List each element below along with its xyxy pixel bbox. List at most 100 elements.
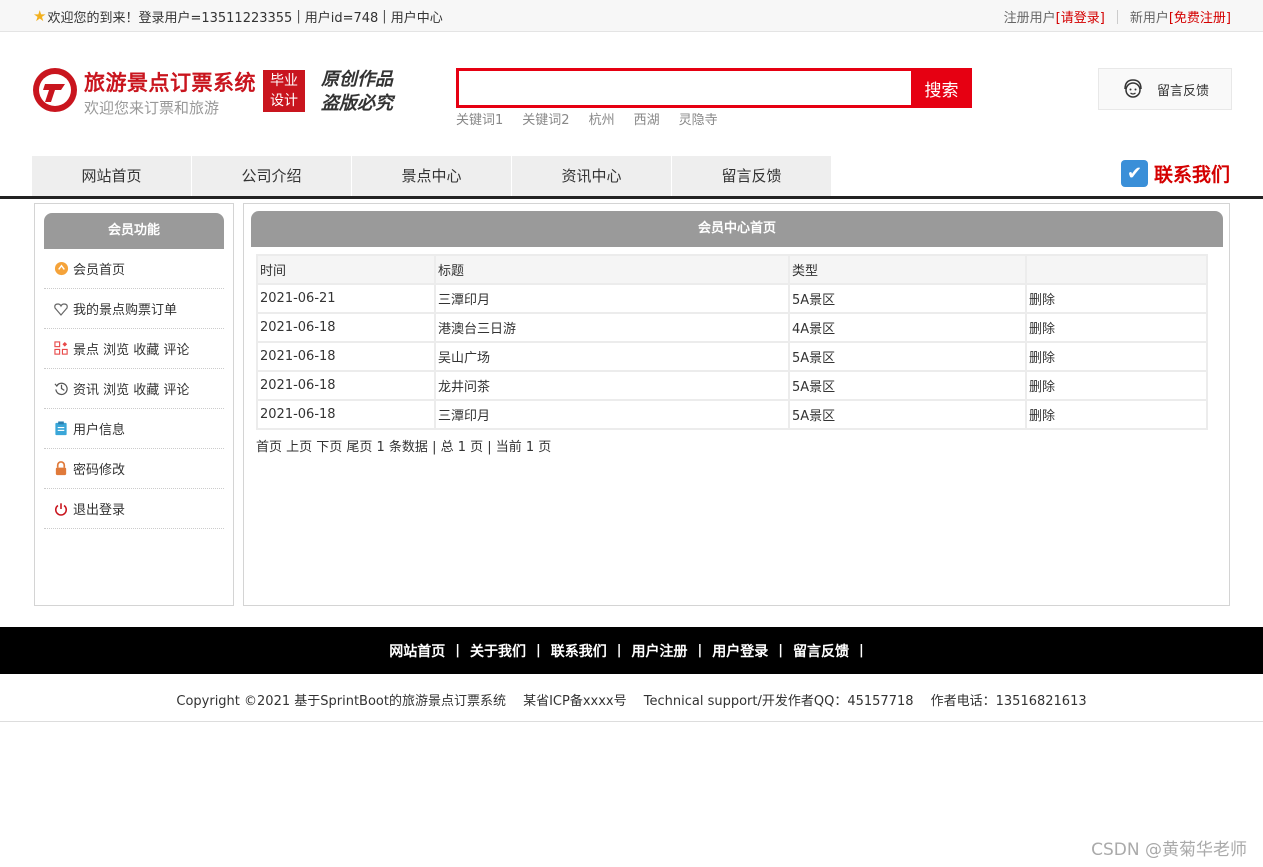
cell-type: 5A景区 <box>790 372 1025 399</box>
column-header-time: 时间 <box>258 256 434 283</box>
divider <box>1116 9 1118 24</box>
cell-type: 5A景区 <box>790 285 1025 312</box>
sidebar-item-label: 退出登录 <box>73 503 126 518</box>
contact-us-label: 联系我们 <box>1154 164 1231 186</box>
footer-link-contact[interactable]: 联系我们 <box>551 641 607 661</box>
sidebar-item-member-home[interactable]: 会员首页 <box>44 249 224 289</box>
sidebar-item-label: 资讯 浏览 收藏 评论 <box>73 383 190 398</box>
nav-item-attractions[interactable]: 景点中心 <box>352 156 512 196</box>
login-link[interactable]: [请登录] <box>1056 7 1105 26</box>
footer-link-home[interactable]: 网站首页 <box>389 641 445 661</box>
member-main-panel: 会员中心首页 时间 标题 类型 2021-06-21 三潭印月 5A景区 删除 … <box>243 203 1230 606</box>
member-sidebar: 会员功能 会员首页 我的景点购票订单 景点 浏览 收藏 评论 资讯 浏览 收藏 … <box>34 203 234 606</box>
table-row: 2021-06-21 三潭印月 5A景区 删除 <box>258 285 1206 312</box>
register-user-label: 注册用户 <box>1003 11 1056 26</box>
footer-link-register[interactable]: 用户注册 <box>632 641 688 661</box>
cell-title[interactable]: 吴山广场 <box>436 343 788 370</box>
nav-item-home[interactable]: 网站首页 <box>32 156 192 196</box>
delete-link[interactable]: 删除 <box>1027 401 1206 428</box>
history-icon <box>53 381 69 397</box>
contact-us-link[interactable]: ✔ 联系我们 <box>1121 160 1230 187</box>
sidebar-item-label: 景点 浏览 收藏 评论 <box>73 343 190 358</box>
column-header-action <box>1027 256 1206 283</box>
footer-link-about[interactable]: 关于我们 <box>470 641 526 661</box>
search-input[interactable] <box>459 71 911 105</box>
nav-item-company[interactable]: 公司介绍 <box>192 156 352 196</box>
sidebar-item-label: 我的景点购票订单 <box>73 303 178 318</box>
delete-link[interactable]: 删除 <box>1027 285 1206 312</box>
pagination[interactable]: 首页 上页 下页 尾页 1 条数据 | 总 1 页 | 当前 1 页 <box>256 436 1229 455</box>
main-nav: 网站首页 公司介绍 景点中心 资讯中心 留言反馈 <box>32 156 832 196</box>
cell-type: 5A景区 <box>790 401 1025 428</box>
cell-type: 4A景区 <box>790 314 1025 341</box>
top-bar: ★ 欢迎您的到来！登录用户=13511223355 | 用户id=748 | 用… <box>0 0 1263 32</box>
heart-icon <box>53 301 69 317</box>
slogan: 原创作品 盗版必究 <box>321 68 393 116</box>
slogan-line-2: 盗版必究 <box>321 93 393 114</box>
nav-item-feedback[interactable]: 留言反馈 <box>672 156 832 196</box>
account-links: 注册用户 [请登录] 新用户 [免费注册] <box>1004 7 1231 26</box>
table-row: 2021-06-18 港澳台三日游 4A景区 删除 <box>258 314 1206 341</box>
feedback-label: 留言反馈 <box>1157 83 1210 99</box>
welcome-text: 欢迎您的到来！登录用户=13511223355 <box>47 11 293 26</box>
lock-icon <box>53 461 69 477</box>
search-box: 搜索 <box>456 68 972 108</box>
cell-title[interactable]: 三潭印月 <box>436 401 788 428</box>
delete-link[interactable]: 删除 <box>1027 314 1206 341</box>
delete-link[interactable]: 删除 <box>1027 343 1206 370</box>
cell-title[interactable]: 港澳台三日游 <box>436 314 788 341</box>
footer-link-feedback[interactable]: 留言反馈 <box>793 641 849 661</box>
feedback-button[interactable]: 留言反馈 <box>1098 68 1232 110</box>
keyword-link[interactable]: 灵隐寺 <box>679 109 718 128</box>
logo-icon[interactable] <box>31 66 79 114</box>
site-title[interactable]: 旅游景点订票系统 <box>84 67 256 97</box>
sidebar-item-label: 用户信息 <box>73 423 126 438</box>
cell-title[interactable]: 三潭印月 <box>436 285 788 312</box>
keyword-link[interactable]: 关键词2 <box>522 109 569 128</box>
headset-icon <box>1124 79 1142 98</box>
sidebar-item-attractions[interactable]: 景点 浏览 收藏 评论 <box>44 329 224 369</box>
order-table: 时间 标题 类型 2021-06-21 三潭印月 5A景区 删除 2021-06… <box>256 254 1208 430</box>
footer-nav: 网站首页 | 关于我们 | 联系我们 | 用户注册 | 用户登录 | 留言反馈 | <box>0 627 1263 674</box>
footer-divider <box>0 721 1263 722</box>
footer-link-login[interactable]: 用户登录 <box>712 641 768 661</box>
table-header-row: 时间 标题 类型 <box>258 256 1206 283</box>
cell-time: 2021-06-18 <box>258 314 434 341</box>
column-header-title: 标题 <box>436 256 788 283</box>
slogan-line-1: 原创作品 <box>321 69 393 90</box>
cell-time: 2021-06-18 <box>258 372 434 399</box>
keyword-link[interactable]: 关键词1 <box>456 109 503 128</box>
table-row: 2021-06-18 三潭印月 5A景区 删除 <box>258 401 1206 428</box>
table-row: 2021-06-18 龙井问茶 5A景区 删除 <box>258 372 1206 399</box>
panel-title: 会员中心首页 <box>251 211 1223 247</box>
badge-line-2: 设计 <box>270 93 298 109</box>
sidebar-item-label: 会员首页 <box>73 263 126 278</box>
sidebar-item-password[interactable]: 密码修改 <box>44 449 224 489</box>
sidebar-title: 会员功能 <box>44 213 224 249</box>
keyword-link[interactable]: 西湖 <box>634 109 660 128</box>
cell-title[interactable]: 龙井问茶 <box>436 372 788 399</box>
design-badge: 毕业 设计 <box>263 70 305 112</box>
search-button[interactable]: 搜索 <box>911 68 972 108</box>
sidebar-item-label: 密码修改 <box>73 463 126 478</box>
sidebar-item-logout[interactable]: 退出登录 <box>44 489 224 529</box>
sidebar-menu: 会员首页 我的景点购票订单 景点 浏览 收藏 评论 资讯 浏览 收藏 评论 用户… <box>44 249 224 529</box>
user-id-text: 用户id=748 <box>304 11 379 26</box>
watermark: CSDN @黄菊华老师 <box>1091 840 1247 860</box>
sidebar-item-news[interactable]: 资讯 浏览 收藏 评论 <box>44 369 224 409</box>
user-center-link[interactable]: 用户中心 <box>391 7 443 26</box>
welcome-area: ★ 欢迎您的到来！登录用户=13511223355 | 用户id=748 | 用… <box>33 7 443 27</box>
hot-keywords: 关键词1 关键词2 杭州 西湖 灵隐寺 <box>456 109 718 128</box>
grid-icon <box>53 341 69 357</box>
free-register-link[interactable]: [免费注册] <box>1169 7 1231 26</box>
keyword-link[interactable]: 杭州 <box>589 109 615 128</box>
check-icon: ✔ <box>1121 160 1148 187</box>
star-icon: ★ <box>33 7 47 25</box>
nav-divider <box>0 196 1263 199</box>
cell-time: 2021-06-18 <box>258 343 434 370</box>
sidebar-item-orders[interactable]: 我的景点购票订单 <box>44 289 224 329</box>
cell-time: 2021-06-21 <box>258 285 434 312</box>
nav-item-news[interactable]: 资讯中心 <box>512 156 672 196</box>
sidebar-item-user-info[interactable]: 用户信息 <box>44 409 224 449</box>
delete-link[interactable]: 删除 <box>1027 372 1206 399</box>
